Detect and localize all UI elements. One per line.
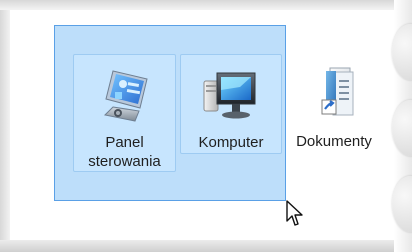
desktop-item-label: Dokumenty <box>296 133 372 150</box>
mouse-cursor-icon <box>286 200 303 226</box>
computer-icon <box>203 72 256 119</box>
control-panel-icon <box>103 70 148 122</box>
desktop-window: Panel sterowania Komputer Dokumenty <box>0 0 412 252</box>
desktop-item-documents[interactable]: Dokumenty <box>287 54 381 154</box>
desktop-item-computer[interactable]: Komputer <box>180 54 282 154</box>
window-left-edge <box>0 0 10 252</box>
window-bottom-edge <box>0 240 412 252</box>
documents-shortcut-icon <box>321 67 354 116</box>
desktop-item-label: Komputer <box>198 134 264 151</box>
window-top-edge <box>0 0 412 10</box>
desktop-item-label: Panel sterowania <box>88 134 161 170</box>
desktop-item-control-panel[interactable]: Panel sterowania <box>73 54 176 172</box>
